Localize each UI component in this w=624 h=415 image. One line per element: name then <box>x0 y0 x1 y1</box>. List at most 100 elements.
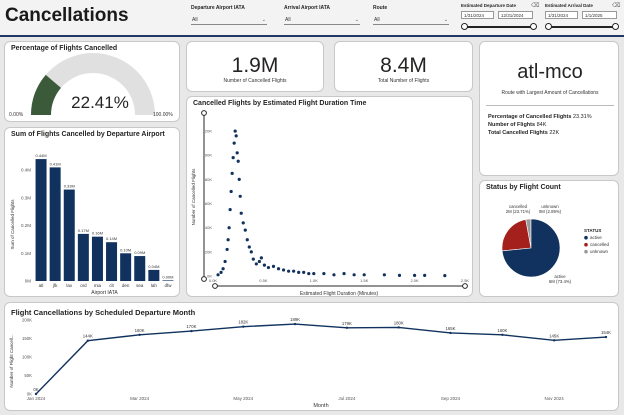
line-data-label: 145K <box>549 333 559 338</box>
x-zoom-slider-handle <box>212 283 218 289</box>
line-data-label: 180K <box>394 320 404 325</box>
bar <box>148 269 160 281</box>
x-tick-label: jfk <box>52 283 58 288</box>
x-tick-label: sea <box>136 283 144 288</box>
line-point <box>397 326 400 329</box>
scatter-point <box>223 259 227 264</box>
departure-date-from-input[interactable]: 1/31/2024 <box>461 11 494 19</box>
pie-legend-swatch <box>584 235 588 240</box>
departure-airport-value: All <box>192 17 198 23</box>
x-tick-label: atl <box>39 283 44 288</box>
eraser-icon[interactable]: ⌫ <box>531 2 539 9</box>
arrival-date-range-track <box>548 26 616 28</box>
scatter-point <box>307 271 311 276</box>
chevron-down-icon: ⌄ <box>443 17 448 23</box>
arrival-date-from-input[interactable]: 1/31/2024 <box>545 11 578 19</box>
scatter-point <box>271 264 276 268</box>
y-tick-label: 0.1M <box>21 251 31 256</box>
line-data-label: 160K <box>497 328 507 333</box>
departure-date-to-input[interactable]: 12/31/2024 <box>498 11 533 19</box>
x-tick-label: Mar 2024 <box>130 396 150 401</box>
x-axis-title: Month <box>313 403 328 409</box>
bar <box>120 253 132 281</box>
pie-chart-card[interactable]: Status by Flight Count cancelled 2M (23.7… <box>479 180 619 297</box>
line-point <box>604 335 608 339</box>
pie-legend-title: STATUS <box>584 228 601 233</box>
x-tick-label: dfw <box>164 283 172 288</box>
gauge-card[interactable]: Percentage of Flights Cancelled 22.41% 0… <box>4 41 180 122</box>
chevron-down-icon: ⌄ <box>261 17 266 23</box>
pie-legend-swatch <box>584 242 588 247</box>
top-route-card[interactable]: atl-mco Route with Largest Amount of Can… <box>479 41 619 176</box>
line-point <box>138 333 141 336</box>
gauge-max-label: 100.00% <box>153 112 173 118</box>
scatter-point <box>362 273 366 277</box>
x-tick-label: den <box>122 283 130 288</box>
bar-data-label: 0.33M <box>64 184 75 189</box>
y-tick-label: 80K <box>205 177 212 182</box>
scatter-point <box>226 238 230 242</box>
pie-label-value: 6M (73.4%) <box>549 279 572 284</box>
scatter-point <box>235 151 239 155</box>
departure-date-start-handle[interactable] <box>461 23 468 30</box>
scatter-point <box>233 129 237 133</box>
scatter-point <box>243 228 247 232</box>
kpi-card-cancelled[interactable]: 1.9M Number of Cancelled Flights <box>186 41 324 92</box>
route-value: All <box>374 17 380 23</box>
scatter-point <box>251 257 255 261</box>
arrival-airport-dropdown[interactable]: All ⌄ <box>284 16 360 25</box>
bar <box>162 280 174 281</box>
x-tick-label: Jan 2024 <box>27 396 46 401</box>
bar <box>134 256 146 281</box>
bar-chart-card[interactable]: Sum of Flights Cancelled by Departure Ai… <box>4 127 180 297</box>
line-point <box>293 322 297 326</box>
departure-date-end-handle[interactable] <box>530 23 537 30</box>
arrival-date-start-handle[interactable] <box>545 23 552 30</box>
line-data-label: 160K <box>135 328 145 333</box>
y-tick-label: 200K <box>22 318 32 323</box>
kpi-value: 8.4M <box>380 54 427 77</box>
departure-airport-slicer-label: Departure Airport IATA <box>191 5 245 11</box>
route-stat-row: Total Cancelled Flights 22K <box>488 130 559 136</box>
scatter-point <box>312 271 316 276</box>
route-stat-label: Percentage of Cancelled Flights <box>488 114 572 120</box>
scatter-point <box>443 274 447 278</box>
y-tick-label: 0.2M <box>21 223 31 228</box>
scatter-chart-card[interactable]: Cancelled Flights by Estimated Flight Du… <box>186 96 473 297</box>
line-chart-card[interactable]: Flight Cancellations by Scheduled Depart… <box>4 302 619 411</box>
scatter-point <box>245 238 249 242</box>
scatter-point <box>302 270 306 274</box>
route-dropdown[interactable]: All ⌄ <box>373 16 449 25</box>
scatter-point <box>276 267 281 271</box>
scatter-point <box>219 270 223 274</box>
departure-airport-dropdown[interactable]: All ⌄ <box>191 16 267 25</box>
scatter-point <box>225 247 229 252</box>
pie-legend-swatch <box>584 249 588 254</box>
x-tick-label: 0.0K <box>209 278 218 283</box>
eraser-icon[interactable]: ⌫ <box>612 2 620 9</box>
x-tick-label: lah <box>151 283 158 288</box>
pie-legend-label: active <box>590 235 602 240</box>
x-tick-label: Jul 2024 <box>338 396 356 401</box>
bar-data-label: 0.10M <box>120 247 131 252</box>
scatter-point <box>237 177 241 181</box>
scatter-point <box>322 271 326 276</box>
scatter-point <box>247 245 251 249</box>
line-point <box>86 339 90 342</box>
arrival-date-to-input[interactable]: 1/1/2025 <box>582 11 617 19</box>
route-stat-row: Number of Flights 84K <box>488 122 546 128</box>
top-route-label: Route with Largest Amount of Cancellatio… <box>501 90 599 96</box>
line-point <box>449 331 452 335</box>
arrival-date-end-handle[interactable] <box>612 23 619 30</box>
scatter-point <box>238 194 242 198</box>
scatter-point <box>216 273 220 277</box>
pie-label-value: 2M (23.71%) <box>506 209 531 214</box>
pie-label-value: 0M (2.89%) <box>539 209 562 214</box>
line-point <box>552 339 556 342</box>
scatter-point <box>397 273 402 277</box>
scatter-point <box>259 256 263 260</box>
y-tick-label: 0.3M <box>21 195 31 200</box>
kpi-card-total[interactable]: 8.4M Total Number of Flights <box>334 41 473 92</box>
scatter-point <box>221 267 225 271</box>
x-tick-label: 0.5K <box>259 278 268 283</box>
